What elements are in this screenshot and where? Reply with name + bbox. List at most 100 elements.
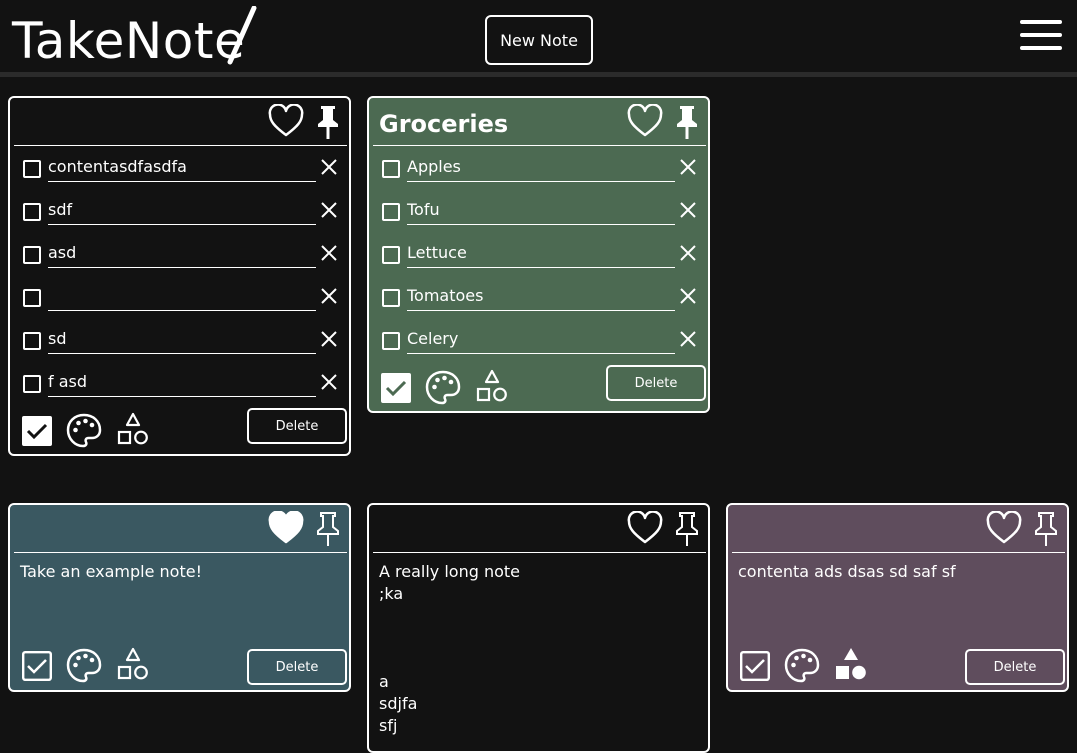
checkbox-checked-icon[interactable]: [740, 651, 770, 681]
palette-icon[interactable]: [66, 648, 102, 684]
checklist-item: sdf: [10, 194, 349, 237]
checkbox-checked-icon[interactable]: [22, 416, 52, 446]
checkbox-icon[interactable]: [23, 246, 41, 264]
palette-icon[interactable]: [425, 370, 461, 406]
item-underline: [407, 181, 675, 182]
checklist-item-text[interactable]: Apples: [407, 155, 675, 179]
close-icon[interactable]: [321, 245, 337, 261]
checklist-item-text[interactable]: asd: [48, 241, 316, 265]
checklist-item: Tomatoes: [369, 280, 708, 323]
note-card: contentasdfasdfa sdf asd sd f asd Delete: [8, 96, 351, 456]
note-divider: [373, 552, 706, 553]
checklist-item: Tofu: [369, 194, 708, 237]
close-icon[interactable]: [680, 202, 696, 218]
item-underline: [48, 353, 316, 354]
note-header: [369, 505, 708, 553]
item-underline: [48, 267, 316, 268]
note-card: Groceries Apples Tofu Lettuce Tomatoes C…: [367, 96, 710, 413]
checklist-item-text[interactable]: Lettuce: [407, 241, 675, 265]
item-underline: [407, 353, 675, 354]
shapes-icon[interactable]: [116, 412, 150, 448]
delete-button[interactable]: Delete: [247, 408, 347, 444]
close-icon[interactable]: [321, 374, 337, 390]
pin-icon[interactable]: [674, 104, 700, 140]
note-divider: [732, 552, 1065, 553]
close-icon[interactable]: [680, 159, 696, 175]
shapes-icon[interactable]: [834, 647, 868, 683]
delete-button[interactable]: Delete: [965, 649, 1065, 685]
note-header: [728, 505, 1067, 553]
item-underline: [48, 396, 316, 397]
checkbox-checked-icon[interactable]: [22, 651, 52, 681]
close-icon[interactable]: [321, 288, 337, 304]
pin-icon[interactable]: [674, 511, 700, 547]
checklist-item: sd: [10, 323, 349, 366]
checklist-item-text[interactable]: contentasdfasdfa: [48, 155, 316, 179]
item-underline: [407, 310, 675, 311]
checklist-item-text[interactable]: f asd: [48, 370, 316, 394]
checkbox-checked-icon[interactable]: [381, 373, 411, 403]
checklist-item: Celery: [369, 323, 708, 366]
close-icon[interactable]: [321, 159, 337, 175]
checkbox-icon[interactable]: [23, 160, 41, 178]
checkbox-icon[interactable]: [23, 289, 41, 307]
checklist-item: Apples: [369, 151, 708, 194]
note-header: [10, 505, 349, 553]
pin-icon[interactable]: [1033, 511, 1059, 547]
close-icon[interactable]: [680, 245, 696, 261]
pin-icon[interactable]: [315, 104, 341, 140]
delete-button[interactable]: Delete: [606, 365, 706, 401]
checklist-item-text[interactable]: Celery: [407, 327, 675, 351]
note-body[interactable]: A really long note ;ka a sdjfa sfj: [379, 561, 699, 737]
note-body[interactable]: Take an example note!: [20, 561, 340, 583]
hamburger-menu-icon[interactable]: [1020, 20, 1062, 52]
checkbox-icon[interactable]: [382, 203, 400, 221]
header-divider: [0, 72, 1077, 77]
item-underline: [407, 224, 675, 225]
checkbox-icon[interactable]: [23, 203, 41, 221]
heart-icon[interactable]: [986, 511, 1022, 545]
note-header: Groceries: [369, 98, 708, 146]
note-header: [10, 98, 349, 146]
palette-icon[interactable]: [66, 413, 102, 449]
checklist-item-text[interactable]: sd: [48, 327, 316, 351]
note-card: A really long note ;ka a sdjfa sfj: [367, 503, 710, 753]
checklist-item-text[interactable]: Tomatoes: [407, 284, 675, 308]
note-title[interactable]: Groceries: [379, 108, 508, 140]
checklist-item: Lettuce: [369, 237, 708, 280]
checkbox-icon[interactable]: [23, 375, 41, 393]
note-divider: [373, 145, 706, 146]
close-icon[interactable]: [321, 331, 337, 347]
item-underline: [48, 224, 316, 225]
pin-icon[interactable]: [315, 511, 341, 547]
checkbox-icon[interactable]: [382, 160, 400, 178]
checklist-item: [10, 280, 349, 323]
close-icon[interactable]: [680, 288, 696, 304]
checklist-item-text[interactable]: sdf: [48, 198, 316, 222]
pen-slash-icon: [227, 6, 257, 65]
delete-button[interactable]: Delete: [247, 649, 347, 685]
note-body[interactable]: contenta ads dsas sd saf sf: [738, 561, 1058, 583]
palette-icon[interactable]: [784, 648, 820, 684]
close-icon[interactable]: [680, 331, 696, 347]
heart-icon[interactable]: [268, 104, 304, 138]
checkbox-icon[interactable]: [382, 246, 400, 264]
new-note-button[interactable]: New Note: [485, 15, 593, 65]
heart-icon[interactable]: [627, 511, 663, 545]
app-logo: TakeNote: [12, 12, 246, 70]
heart-icon[interactable]: [268, 511, 304, 545]
item-underline: [48, 181, 316, 182]
checklist-item-text[interactable]: Tofu: [407, 198, 675, 222]
note-card: Take an example note! Delete: [8, 503, 351, 692]
shapes-icon[interactable]: [116, 647, 150, 683]
heart-icon[interactable]: [627, 104, 663, 138]
checkbox-icon[interactable]: [382, 289, 400, 307]
checkbox-icon[interactable]: [382, 332, 400, 350]
note-divider: [14, 145, 347, 146]
app-header: TakeNote New Note: [0, 0, 1077, 72]
close-icon[interactable]: [321, 202, 337, 218]
shapes-icon[interactable]: [475, 369, 509, 405]
note-divider: [14, 552, 347, 553]
checkbox-icon[interactable]: [23, 332, 41, 350]
checklist-item: f asd: [10, 366, 349, 409]
